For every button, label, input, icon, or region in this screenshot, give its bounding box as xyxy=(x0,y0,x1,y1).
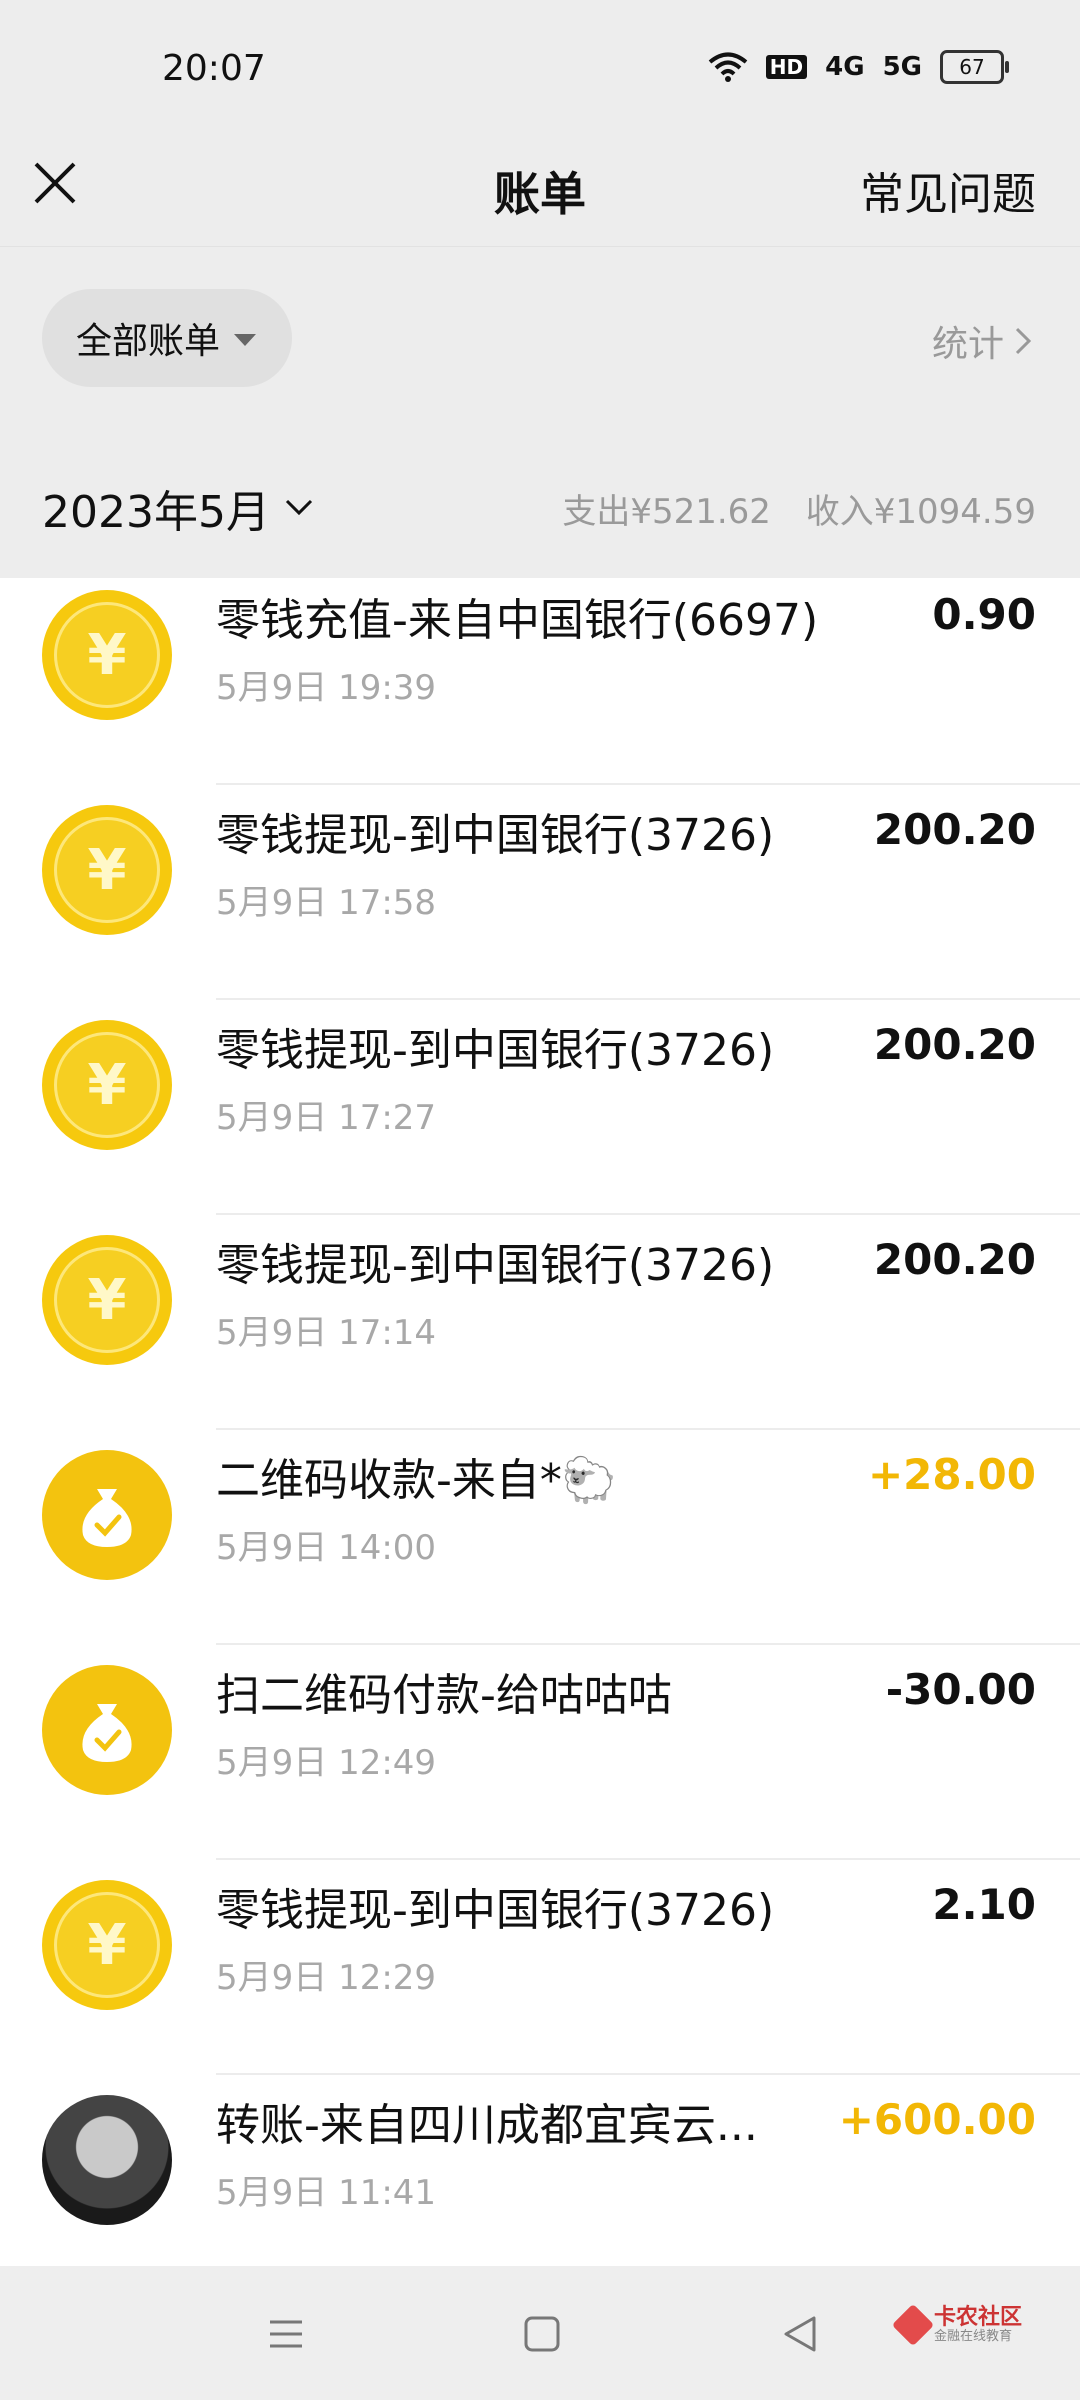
status-icons: HD 4G 5G 67 xyxy=(708,50,1009,84)
back-button[interactable] xyxy=(776,2310,824,2358)
transaction-date: 5月9日 12:29 xyxy=(216,1958,437,1998)
transaction-row[interactable]: 二维码收款-来自*🐑 5月9日 14:00 +28.00 xyxy=(0,1430,1080,1645)
month-summary: 支出¥521.62 收入¥1094.59 xyxy=(538,484,1036,533)
system-nav-bar: 卡农社区 金融在线教育 xyxy=(0,2266,1080,2400)
transaction-name: 零钱充值-来自中国银行(6697) xyxy=(216,595,819,646)
transaction-name: 零钱提现-到中国银行(3726) xyxy=(216,1240,775,1291)
transaction-amount: +600.00 xyxy=(838,2095,1036,2144)
close-icon xyxy=(34,162,76,204)
transaction-name: 零钱提现-到中国银行(3726) xyxy=(216,1025,775,1076)
yuan-coin-icon: ¥ xyxy=(42,590,172,720)
transaction-name: 零钱提现-到中国银行(3726) xyxy=(216,810,775,861)
transaction-row[interactable]: ¥ 零钱提现-到中国银行(3726) 5月9日 17:27 200.20 xyxy=(0,1000,1080,1215)
transaction-amount: 0.90 xyxy=(932,590,1036,639)
transaction-amount: 200.20 xyxy=(873,805,1036,854)
income-total: 收入¥1094.59 xyxy=(805,492,1036,532)
transaction-amount: 2.10 xyxy=(932,1880,1036,1929)
transaction-amount: -30.00 xyxy=(885,1665,1036,1714)
yuan-coin-icon: ¥ xyxy=(42,1880,172,2010)
faq-link[interactable]: 常见问题 xyxy=(860,158,1036,222)
yuan-coin-icon: ¥ xyxy=(42,1235,172,1365)
transaction-row[interactable]: 转账-来自四川成都宜宾云... 5月9日 11:41 +600.00 xyxy=(0,2075,1080,2266)
yuan-coin-icon: ¥ xyxy=(42,805,172,935)
watermark-logo-icon xyxy=(891,2304,935,2347)
back-triangle-icon xyxy=(784,2316,816,2352)
transaction-row[interactable]: ¥ 零钱充值-来自中国银行(6697) 5月9日 19:39 0.90 xyxy=(0,578,1080,785)
transaction-amount: +28.00 xyxy=(867,1450,1036,1499)
filter-label: 全部账单 xyxy=(76,321,221,362)
header: 账单 常见问题 xyxy=(0,140,1080,244)
statistics-link[interactable]: 统计 xyxy=(932,315,1032,367)
transaction-row[interactable]: ¥ 零钱提现-到中国银行(3726) 5月9日 12:29 2.10 xyxy=(0,1860,1080,2075)
filter-bar: 全部账单 统计 xyxy=(0,246,1080,429)
month-selector[interactable]: 2023年5月 xyxy=(42,476,314,540)
watermark: 卡农社区 金融在线教育 xyxy=(891,2304,1022,2347)
wifi-icon xyxy=(708,52,748,82)
transaction-date: 5月9日 17:27 xyxy=(216,1098,437,1138)
signal-5g-icon: 5G xyxy=(882,52,922,82)
expense-total: 支出¥521.62 xyxy=(562,492,771,532)
transaction-amount: 200.20 xyxy=(873,1235,1036,1284)
status-time: 20:07 xyxy=(162,48,266,89)
transaction-date: 5月9日 19:39 xyxy=(216,668,437,708)
close-button[interactable] xyxy=(30,158,82,210)
home-button[interactable] xyxy=(518,2310,566,2358)
chevron-down-icon xyxy=(285,499,313,516)
watermark-title: 卡农社区 xyxy=(933,2305,1022,2330)
money-bag-icon xyxy=(42,1450,172,1580)
transaction-amount: 200.20 xyxy=(873,1020,1036,1069)
dropdown-triangle-icon xyxy=(234,334,257,346)
watermark-subtitle: 金融在线教育 xyxy=(933,2329,1012,2345)
chevron-right-icon xyxy=(1015,327,1032,355)
transaction-name: 扫二维码付款-给咕咕咕 xyxy=(216,1670,672,1721)
transaction-row[interactable]: ¥ 零钱提现-到中国银行(3726) 5月9日 17:58 200.20 xyxy=(0,785,1080,1000)
status-bar: 20:07 HD 4G 5G 67 xyxy=(0,0,1080,140)
month-bar: 2023年5月 支出¥521.62 收入¥1094.59 xyxy=(0,430,1080,578)
transaction-name: 零钱提现-到中国银行(3726) xyxy=(216,1885,775,1936)
month-label: 2023年5月 xyxy=(42,487,270,538)
money-bag-icon xyxy=(42,1665,172,1795)
user-avatar xyxy=(42,2095,172,2225)
hd-icon: HD xyxy=(765,55,808,79)
battery-icon: 67 xyxy=(940,50,1009,84)
signal-4g-icon: 4G xyxy=(825,52,865,82)
menu-icon xyxy=(270,2320,302,2348)
transaction-date: 5月9日 12:49 xyxy=(216,1743,437,1783)
transaction-date: 5月9日 17:58 xyxy=(216,883,437,923)
transaction-date: 5月9日 11:41 xyxy=(216,2173,437,2213)
transaction-name: 转账-来自四川成都宜宾云... xyxy=(216,2100,758,2151)
transaction-date: 5月9日 14:00 xyxy=(216,1528,437,1568)
transaction-date: 5月9日 17:14 xyxy=(216,1313,437,1353)
statistics-label: 统计 xyxy=(931,324,1004,365)
transaction-row[interactable]: ¥ 零钱提现-到中国银行(3726) 5月9日 17:14 200.20 xyxy=(0,1215,1080,1430)
all-bills-filter-button[interactable]: 全部账单 xyxy=(42,289,293,387)
square-home-icon xyxy=(524,2316,560,2352)
transaction-name: 二维码收款-来自*🐑 xyxy=(216,1455,617,1506)
transaction-row[interactable]: 扫二维码付款-给咕咕咕 5月9日 12:49 -30.00 xyxy=(0,1645,1080,1860)
yuan-coin-icon: ¥ xyxy=(42,1020,172,1150)
transaction-list: ¥ 零钱充值-来自中国银行(6697) 5月9日 19:39 0.90 ¥ 零钱… xyxy=(0,578,1080,2266)
menu-button[interactable] xyxy=(262,2310,310,2358)
